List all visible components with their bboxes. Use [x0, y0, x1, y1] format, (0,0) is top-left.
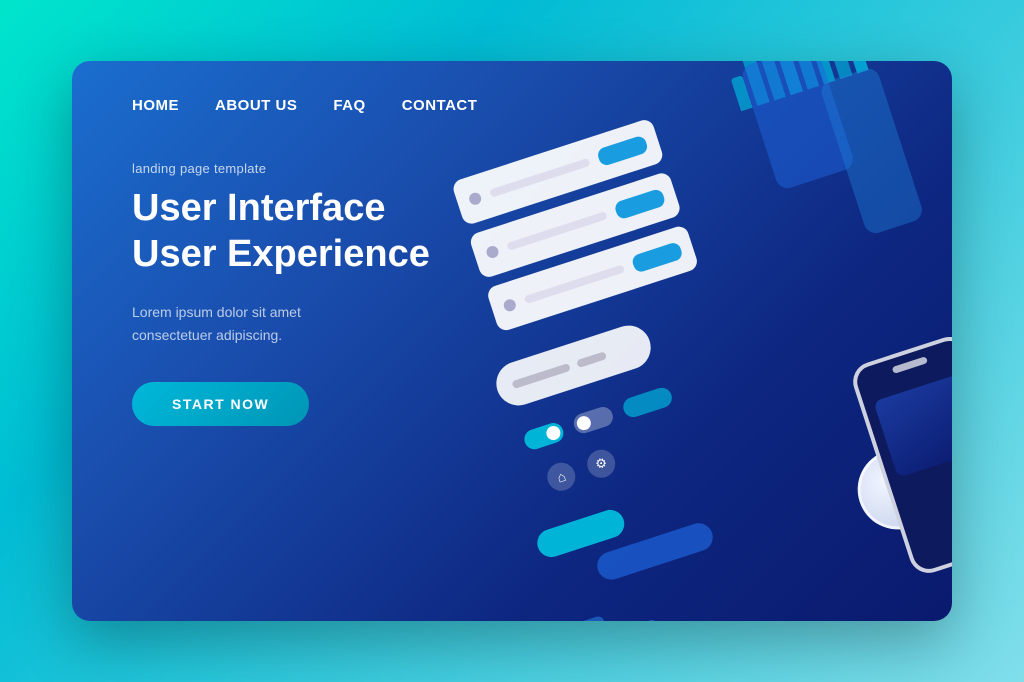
ui-rect-1	[564, 615, 609, 621]
nav-faq[interactable]: FAQ	[333, 97, 365, 114]
navbar: HOME ABOUT US FAQ CONTACT	[132, 97, 477, 114]
phone-mockup	[848, 332, 952, 578]
nav-contact[interactable]: CONTACT	[402, 97, 478, 114]
ui-rect-2	[618, 619, 663, 621]
hero-section: landing page template User Interface Use…	[132, 161, 430, 426]
hero-subtitle: landing page template	[132, 161, 430, 176]
landing-card: HOME ABOUT US FAQ CONTACT landing page t…	[72, 61, 952, 621]
hero-title: User Interface User Experience	[132, 186, 430, 277]
hero-description: Lorem ipsum dolor sit ametconsectetuer a…	[132, 301, 430, 346]
ui-decoration: ⌂ ⚙	[398, 61, 952, 621]
nav-about[interactable]: ABOUT US	[215, 97, 297, 114]
nav-home[interactable]: HOME	[132, 97, 179, 114]
cta-button[interactable]: START NOW	[132, 382, 309, 426]
